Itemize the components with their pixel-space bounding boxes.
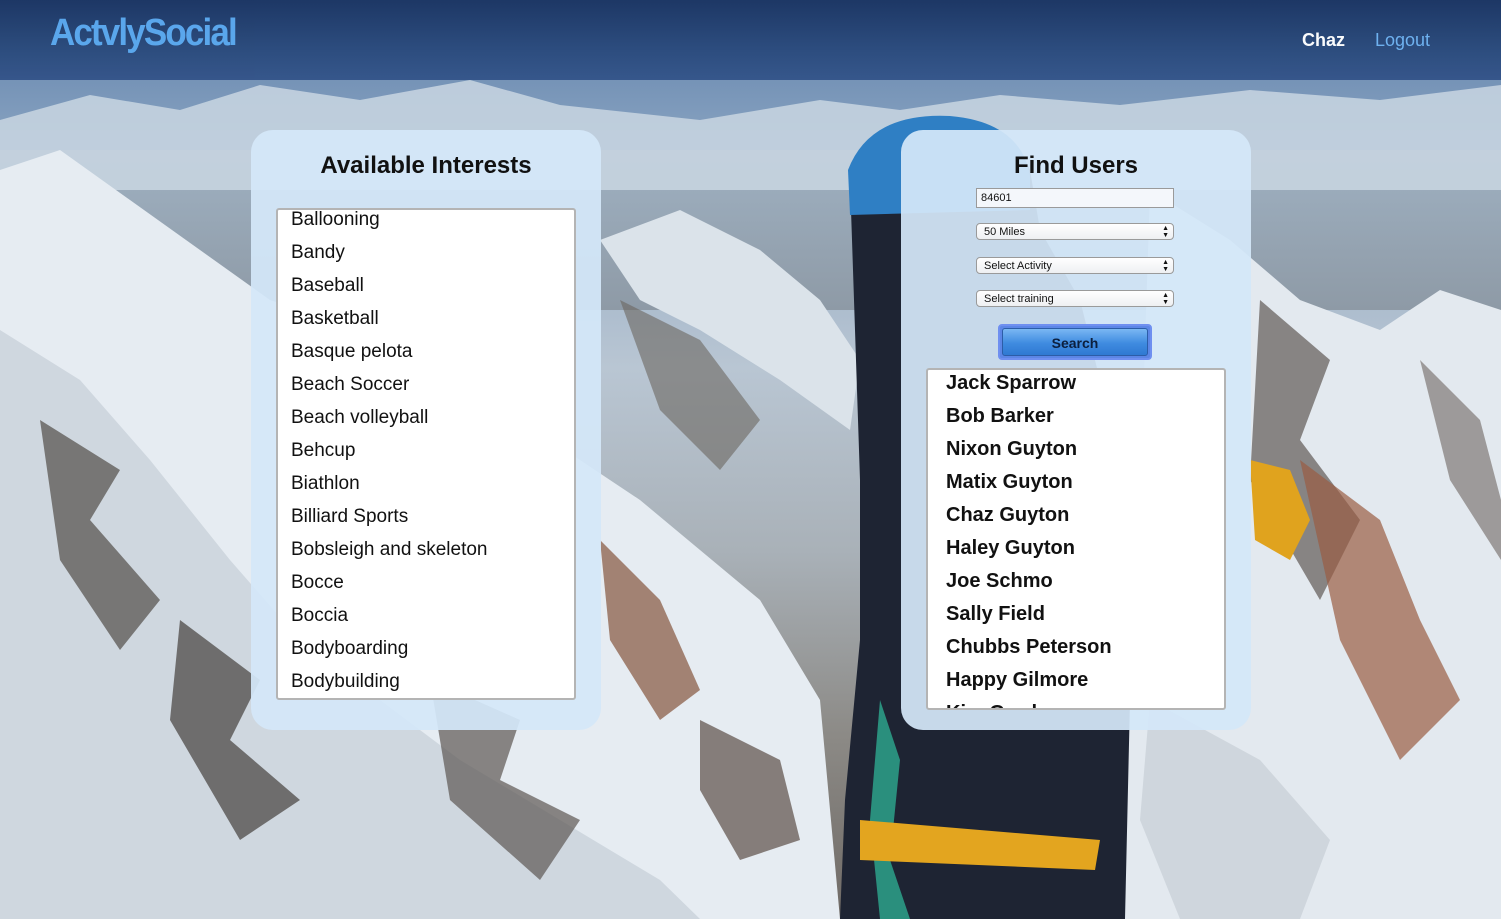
interest-item-biathlon[interactable]: Biathlon — [291, 473, 360, 495]
current-user-name[interactable]: Chaz — [1302, 30, 1345, 51]
activity-select[interactable]: Select Activity ▲ ▼ — [976, 257, 1174, 274]
interests-panel: Available Interests Ballooning Bandy Bas… — [251, 130, 601, 730]
logout-link[interactable]: Logout — [1375, 30, 1430, 51]
user-result-item[interactable]: Chubbs Peterson — [946, 636, 1112, 659]
interest-item-bodybuilding[interactable]: Bodybuilding — [291, 671, 400, 693]
brand-logo[interactable]: ActvlySocial — [50, 12, 238, 55]
search-button-label: Search — [1002, 328, 1148, 356]
find-users-panel: Find Users 50 Miles ▲▼ Select Activity ▲… — [901, 130, 1251, 730]
interest-item-bocce[interactable]: Bocce — [291, 572, 344, 594]
chevron-updown-icon: ▲ ▼ — [1162, 292, 1169, 306]
user-result-item[interactable]: Sally Field — [946, 603, 1045, 626]
interest-item-beach-soccer[interactable]: Beach Soccer — [291, 374, 409, 396]
interest-item-bodyboarding[interactable]: Bodyboarding — [291, 638, 408, 660]
user-result-item[interactable]: Joe Schmo — [946, 570, 1053, 593]
interest-item-basketball[interactable]: Basketball — [291, 308, 379, 330]
user-result-item[interactable]: Nixon Guyton — [946, 438, 1077, 461]
interest-item-billiard-sports[interactable]: Billiard Sports — [291, 506, 408, 528]
user-result-item[interactable]: Happy Gilmore — [946, 669, 1088, 692]
interest-item-basque-pelota[interactable]: Basque pelota — [291, 341, 413, 363]
user-result-item[interactable]: Bob Barker — [946, 405, 1054, 428]
interest-item-bandy[interactable]: Bandy — [291, 242, 345, 264]
chevron-updown-icon: ▲ ▼ — [1162, 225, 1169, 239]
interest-item-boccia[interactable]: Boccia — [291, 605, 348, 627]
user-results-listbox[interactable]: Jack Sparrow Bob Barker Nixon Guyton Mat… — [926, 368, 1226, 710]
chevron-updown-icon: ▲ ▼ — [1162, 259, 1169, 273]
interest-item-bobsleigh-and-skeleton[interactable]: Bobsleigh and skeleton — [291, 539, 487, 561]
interest-item-baseball[interactable]: Baseball — [291, 275, 364, 297]
user-result-item[interactable]: Haley Guyton — [946, 537, 1075, 560]
interest-item-behcup[interactable]: Behcup — [291, 440, 355, 462]
interests-listbox[interactable]: Ballooning Bandy Baseball Basketball Bas… — [276, 208, 576, 700]
mountain-background: ActvlySocial Chaz Logout Available Inter… — [0, 0, 1501, 919]
interest-item-ballooning[interactable]: Ballooning — [291, 210, 380, 231]
interest-item-beach-volleyball[interactable]: Beach volleyball — [291, 407, 428, 429]
user-result-item[interactable]: Chaz Guyton — [946, 504, 1069, 527]
interests-title: Available Interests — [320, 152, 532, 179]
distance-select-value: 50 Miles — [984, 226, 1025, 238]
user-result-item[interactable]: Matix Guyton — [946, 471, 1073, 494]
distance-select[interactable]: 50 Miles ▲ ▼ — [976, 223, 1174, 240]
user-result-item[interactable]: Kim Gordon — [946, 702, 1062, 708]
activity-select-value: Select Activity — [984, 260, 1052, 272]
top-navbar: ActvlySocial Chaz Logout — [0, 0, 1501, 80]
zip-code-input[interactable] — [976, 188, 1174, 208]
background-scenery — [0, 0, 1501, 919]
training-select[interactable]: Select training ▲ ▼ — [976, 290, 1174, 307]
search-button[interactable]: Search — [998, 324, 1152, 360]
user-result-item[interactable]: Jack Sparrow — [946, 372, 1076, 395]
find-users-title: Find Users — [1013, 152, 1139, 179]
training-select-value: Select training — [984, 293, 1054, 305]
